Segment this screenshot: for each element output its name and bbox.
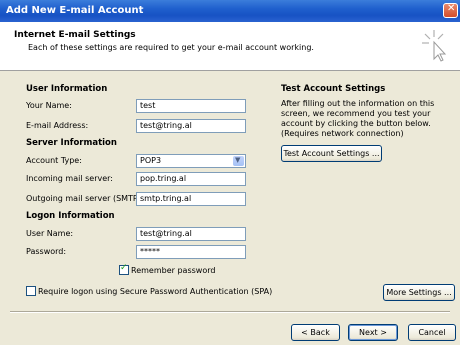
- account-type-label: Account Type:: [26, 156, 82, 165]
- close-icon: ✕: [447, 3, 456, 14]
- your-name-label: Your Name:: [26, 101, 72, 110]
- account-type-select[interactable]: POP3 ▼: [136, 154, 246, 168]
- cursor-sparkle-icon: [422, 30, 447, 62]
- incoming-server-field[interactable]: pop.tring.al: [136, 172, 246, 186]
- outgoing-server-label: Outgoing mail server (SMTP):: [26, 194, 144, 203]
- spa-checkbox[interactable]: [26, 286, 36, 296]
- remember-password-checkbox[interactable]: ✓: [119, 263, 129, 275]
- window-title: Add New E-mail Account: [6, 5, 144, 16]
- user-info-heading: User Information: [26, 84, 108, 94]
- more-settings-button[interactable]: More Settings ...: [383, 284, 455, 301]
- cancel-button[interactable]: Cancel: [408, 324, 456, 341]
- test-account-settings-button[interactable]: Test Account Settings ...: [281, 145, 382, 162]
- password-field[interactable]: *****: [136, 245, 246, 259]
- back-button[interactable]: < Back: [291, 324, 340, 341]
- next-button[interactable]: Next >: [348, 324, 398, 341]
- your-name-field[interactable]: test: [136, 99, 246, 113]
- server-info-heading: Server Information: [26, 138, 117, 148]
- email-address-label: E-mail Address:: [26, 121, 89, 130]
- remember-password-label: Remember password: [131, 266, 216, 275]
- title-bar[interactable]: Add New E-mail Account ✕: [0, 0, 460, 22]
- email-address-field[interactable]: test@tring.al: [136, 119, 246, 133]
- password-label: Password:: [26, 247, 67, 256]
- user-name-field[interactable]: test@tring.al: [136, 227, 246, 241]
- test-settings-heading: Test Account Settings: [281, 84, 386, 94]
- footer-divider: [10, 311, 450, 313]
- spa-label: Require logon using Secure Password Auth…: [38, 287, 273, 296]
- add-email-account-dialog: Add New E-mail Account ✕ Internet E-mail…: [0, 0, 460, 345]
- close-button[interactable]: ✕: [443, 3, 458, 18]
- test-settings-description: After filling out the information on thi…: [281, 99, 435, 138]
- dropdown-arrow-icon[interactable]: ▼: [233, 156, 244, 166]
- header-title: Internet E-mail Settings: [14, 30, 136, 40]
- header-subtitle: Each of these settings are required to g…: [28, 43, 314, 52]
- logon-info-heading: Logon Information: [26, 211, 115, 221]
- outgoing-server-field[interactable]: smtp.tring.al: [136, 192, 246, 206]
- user-name-label: User Name:: [26, 229, 74, 238]
- checkmark-icon: ✓: [120, 263, 128, 273]
- dialog-header: Internet E-mail Settings Each of these s…: [0, 22, 460, 71]
- incoming-server-label: Incoming mail server:: [26, 174, 113, 183]
- account-type-value: POP3: [140, 156, 162, 165]
